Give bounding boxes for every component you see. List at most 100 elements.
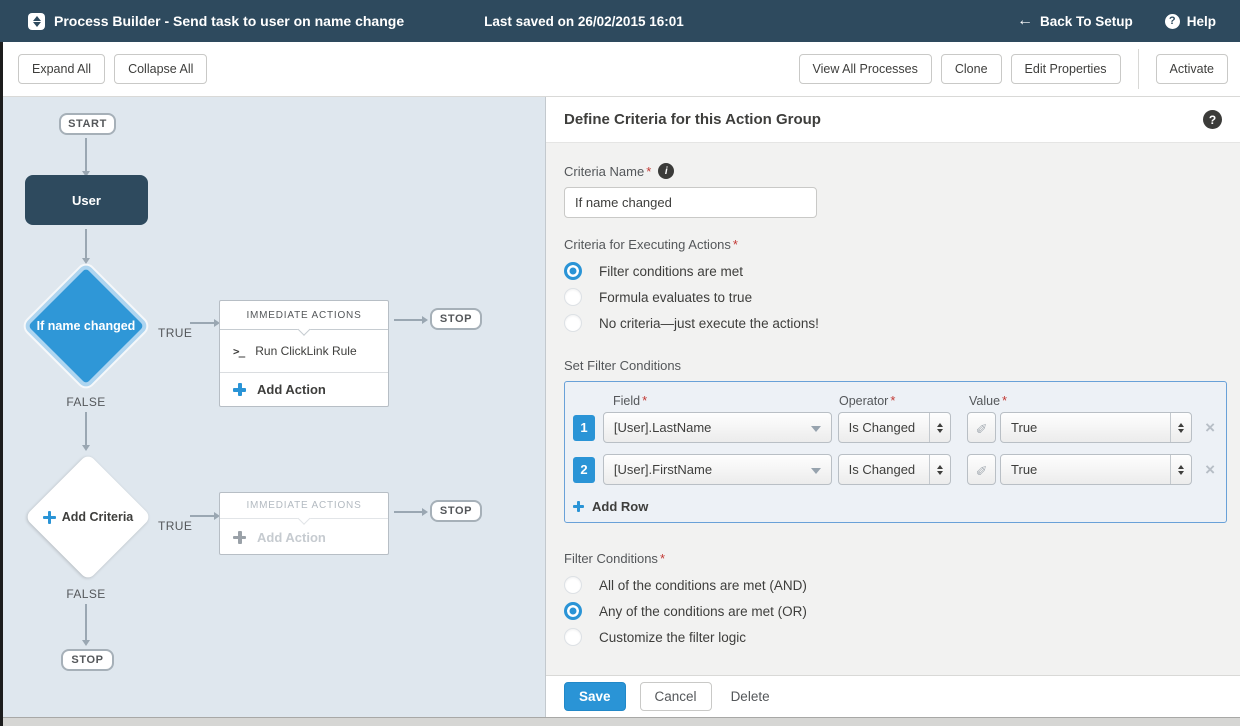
row-number-badge: 1 <box>573 415 595 441</box>
object-node-user[interactable]: User <box>25 175 148 225</box>
set-filter-conditions-label: Set Filter Conditions <box>564 358 681 373</box>
immediate-actions-box-2: IMMEDIATE ACTIONS Add Action <box>219 492 389 555</box>
radio-icon <box>564 314 582 332</box>
toolbar: Expand All Collapse All View All Process… <box>0 42 1240 97</box>
connector-arrow <box>394 319 422 321</box>
help-link[interactable]: ? Help <box>1165 14 1216 29</box>
app-header: Process Builder - Send task to user on n… <box>0 0 1240 42</box>
required-mark: * <box>733 237 738 252</box>
filter-row-2: 2 [User].FirstName Is Changed ✎ True × <box>573 454 1218 485</box>
back-to-setup-label: Back To Setup <box>1040 14 1133 29</box>
panel-title: Define Criteria for this Action Group <box>564 111 821 128</box>
plus-icon <box>573 501 584 512</box>
plus-icon <box>233 383 246 396</box>
last-saved-text: Last saved on 26/02/2015 16:01 <box>484 14 684 29</box>
connector-arrow <box>85 412 87 445</box>
stop-node: STOP <box>61 649 114 671</box>
required-mark: * <box>646 164 651 179</box>
filter-conditions-box: Field* Operator* Value* 1 [User].LastNam… <box>564 381 1227 523</box>
row-number-badge: 2 <box>573 457 595 483</box>
connector-arrow <box>85 229 87 258</box>
help-label: Help <box>1187 14 1216 29</box>
dropdown-arrow-icon <box>811 426 821 432</box>
view-all-processes-button[interactable]: View All Processes <box>799 54 932 84</box>
radio-icon <box>564 576 582 594</box>
spinner-icon <box>1170 413 1191 442</box>
filter-conditions-label: Filter Conditions <box>564 551 658 566</box>
true-branch-label: TRUE <box>158 519 192 533</box>
delete-link[interactable]: Delete <box>731 689 770 704</box>
activate-button[interactable]: Activate <box>1156 54 1228 84</box>
add-action-button-1[interactable]: Add Action <box>220 373 388 406</box>
remove-row-icon[interactable]: × <box>1202 419 1218 436</box>
connector-arrow <box>190 322 214 324</box>
radio-customize-filter-logic[interactable]: Customize the filter logic <box>564 628 1222 646</box>
save-button[interactable]: Save <box>564 682 626 711</box>
radio-any-conditions-or[interactable]: Any of the conditions are met (OR) <box>564 602 1222 620</box>
criteria-panel: Define Criteria for this Action Group ? … <box>546 97 1240 717</box>
horizontal-scrollbar[interactable] <box>0 717 1240 726</box>
criteria-name-input[interactable] <box>564 187 817 218</box>
add-row-button[interactable]: Add Row <box>573 496 1218 516</box>
filter-row-1: 1 [User].LastName Is Changed ✎ True × <box>573 412 1218 443</box>
terminal-icon: >_ <box>233 345 244 358</box>
plus-icon <box>43 511 56 524</box>
info-icon[interactable]: i <box>658 163 674 179</box>
radio-no-criteria[interactable]: No criteria—just execute the actions! <box>564 314 1222 332</box>
field-select-1[interactable]: [User].LastName <box>603 412 832 443</box>
edit-value-button-1[interactable]: ✎ <box>967 412 996 443</box>
value-select-1[interactable]: True <box>1000 412 1192 443</box>
add-row-label: Add Row <box>592 499 648 514</box>
criteria-diamond-if-name-changed[interactable]: If name changed <box>21 261 151 391</box>
criteria-name-label: Criteria Name <box>564 164 644 179</box>
required-mark: * <box>660 551 665 566</box>
value-select-2[interactable]: True <box>1000 454 1192 485</box>
back-arrow-icon: ← <box>1017 13 1033 29</box>
back-to-setup-link[interactable]: ← Back To Setup <box>1017 13 1133 29</box>
radio-filter-conditions-met[interactable]: Filter conditions are met <box>564 262 1222 280</box>
column-header-value: Value* <box>969 393 1218 408</box>
remove-row-icon[interactable]: × <box>1202 461 1218 478</box>
column-header-operator: Operator* <box>839 393 969 408</box>
false-branch-label: FALSE <box>60 587 112 601</box>
radio-icon <box>564 628 582 646</box>
pencil-icon: ✎ <box>976 461 988 478</box>
pencil-icon: ✎ <box>976 419 988 436</box>
dropdown-arrow-icon <box>811 468 821 474</box>
immediate-actions-box-1: IMMEDIATE ACTIONS >_ Run ClickLink Rule … <box>219 300 389 407</box>
action-item-run-clicklink-rule[interactable]: >_ Run ClickLink Rule <box>220 330 388 373</box>
radio-icon <box>564 262 582 280</box>
operator-select-2[interactable]: Is Changed <box>838 454 952 485</box>
radio-icon <box>564 288 582 306</box>
cancel-button[interactable]: Cancel <box>640 682 712 711</box>
immediate-actions-title: IMMEDIATE ACTIONS <box>220 493 388 519</box>
panel-help-icon[interactable]: ? <box>1203 110 1222 129</box>
criteria-diamond-label: If name changed <box>21 261 151 391</box>
connector-arrow <box>394 511 422 513</box>
collapse-all-button[interactable]: Collapse All <box>114 54 207 84</box>
connector-arrow <box>85 138 87 171</box>
start-node: START <box>59 113 116 135</box>
window-left-edge <box>0 42 3 726</box>
panel-footer: Save Cancel Delete <box>546 675 1240 717</box>
action-item-label: Run ClickLink Rule <box>255 344 356 358</box>
executing-actions-label: Criteria for Executing Actions <box>564 237 731 252</box>
expand-all-button[interactable]: Expand All <box>18 54 105 84</box>
edit-properties-button[interactable]: Edit Properties <box>1011 54 1121 84</box>
help-icon: ? <box>1165 14 1180 29</box>
add-criteria-label: Add Criteria <box>62 510 134 524</box>
clone-button[interactable]: Clone <box>941 54 1002 84</box>
operator-select-1[interactable]: Is Changed <box>838 412 952 443</box>
radio-formula-true[interactable]: Formula evaluates to true <box>564 288 1222 306</box>
immediate-actions-title: IMMEDIATE ACTIONS <box>220 301 388 330</box>
radio-all-conditions-and[interactable]: All of the conditions are met (AND) <box>564 576 1222 594</box>
add-action-label: Add Action <box>257 530 326 545</box>
app-title: Process Builder - Send task to user on n… <box>54 13 404 29</box>
true-branch-label: TRUE <box>158 326 192 340</box>
process-builder-icon <box>28 13 45 30</box>
add-criteria-diamond[interactable]: Add Criteria <box>23 452 153 582</box>
connector-arrow <box>85 604 87 640</box>
spinner-icon <box>1170 455 1191 484</box>
field-select-2[interactable]: [User].FirstName <box>603 454 832 485</box>
edit-value-button-2[interactable]: ✎ <box>967 454 996 485</box>
